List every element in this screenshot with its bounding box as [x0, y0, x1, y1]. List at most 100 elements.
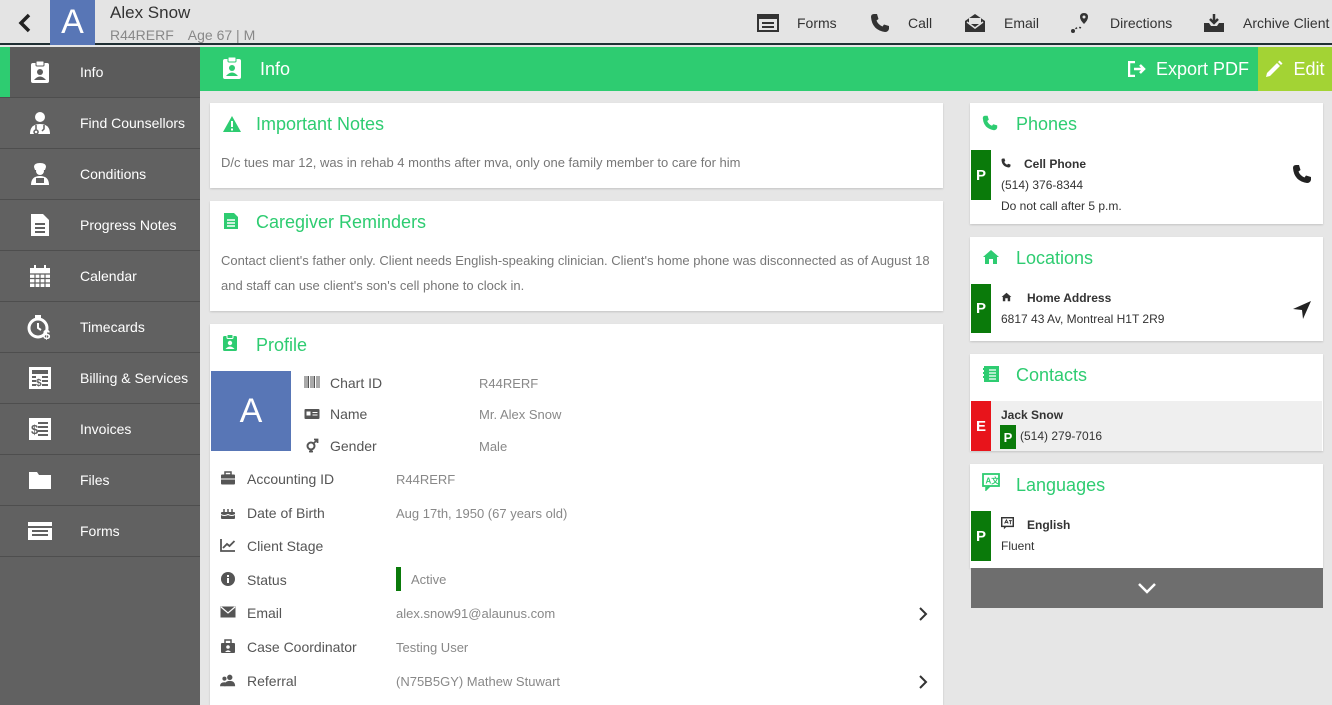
language-small-icon	[1001, 517, 1014, 530]
sidebar-item-info[interactable]: Info	[0, 47, 200, 98]
sidebar-item-billing-services[interactable]: $ Billing & Services	[0, 353, 200, 404]
svg-text:A文: A文	[986, 476, 1001, 486]
status-indicator	[396, 567, 401, 591]
sidebar-item-label: Conditions	[80, 166, 147, 182]
cake-icon	[220, 504, 236, 520]
navigation-arrow-icon	[1293, 301, 1311, 319]
pencil-icon	[1266, 60, 1283, 77]
contacts-card: Contacts E Jack Snow P (514) 279-7016	[970, 354, 1323, 451]
archive-icon	[1204, 13, 1224, 32]
id-card-icon	[304, 406, 320, 422]
sidebar-item-invoices[interactable]: $ Invoices	[0, 404, 200, 455]
chevron-down-icon	[1138, 583, 1156, 594]
sidebar-item-find-counsellors[interactable]: Find Counsellors	[0, 98, 200, 149]
barcode-icon	[304, 374, 320, 390]
caregiver-reminders-line: and staff can use client's son's cell ph…	[221, 278, 525, 293]
sidebar-item-label: Forms	[80, 523, 120, 539]
profile-avatar: A	[211, 371, 291, 451]
primary-badge: P	[971, 150, 991, 200]
export-pdf-button[interactable]: Export PDF	[1128, 47, 1249, 91]
directions-label: Directions	[1110, 14, 1173, 31]
chevron-right-icon[interactable]	[918, 674, 928, 690]
forms-icon	[757, 13, 779, 32]
clock-dollar-icon: $	[26, 313, 54, 341]
client-name: Alex Snow	[110, 3, 191, 22]
referral-value[interactable]: (N75B5GY) Mathew Stuwart	[396, 674, 560, 689]
contact-name: Jack Snow	[1001, 408, 1064, 422]
call-phone-button[interactable]	[1292, 164, 1312, 184]
sidebar-item-timecards[interactable]: $ Timecards	[0, 302, 200, 353]
locations-card: Locations P Home Address 6817 43 Av, Mon…	[970, 237, 1323, 341]
case-coordinator-label: Case Coordinator	[247, 639, 357, 655]
call-action[interactable]: Call	[870, 0, 932, 45]
sidebar-item-label: Info	[80, 64, 104, 80]
caregiver-reminders-card: Caregiver Reminders Contact client's fat…	[210, 201, 943, 311]
edit-label: Edit	[1293, 58, 1325, 79]
page-header-bar: Info Export PDF Edit	[200, 47, 1332, 91]
case-coordinator-value: Testing User	[396, 640, 469, 655]
clipboard-id-icon	[222, 56, 242, 80]
phone-small-icon	[1001, 158, 1011, 168]
name-value: Mr. Alex Snow	[479, 407, 562, 422]
primary-badge: P	[971, 284, 991, 333]
patient-icon	[26, 160, 54, 188]
sidebar-item-conditions[interactable]: Conditions	[0, 149, 200, 200]
forms-action[interactable]: Forms	[757, 0, 837, 45]
email-action[interactable]: Email	[964, 0, 1039, 45]
navigate-button[interactable]	[1292, 300, 1312, 320]
important-notes-text: D/c tues mar 12, was in rehab 4 months a…	[221, 155, 741, 170]
chevron-right-icon[interactable]	[918, 606, 928, 622]
top-bar: A Alex Snow R44RERF Age 67 | M Forms Call…	[0, 0, 1332, 45]
forms-label: Forms	[797, 14, 837, 31]
envelope-icon	[965, 13, 985, 32]
sidebar: Info Find Counsellors Conditions Progres…	[0, 47, 200, 705]
home-icon	[982, 249, 1000, 265]
sidebar-item-forms[interactable]: Forms	[0, 506, 200, 557]
gender-value: Male	[479, 439, 508, 454]
document-list-icon	[222, 212, 240, 230]
clipboard-id-icon	[26, 58, 54, 86]
folder-icon	[26, 466, 54, 494]
doctor-icon	[26, 109, 54, 137]
chart-id-label: Chart ID	[330, 375, 383, 391]
back-button[interactable]	[0, 0, 50, 45]
sidebar-item-label: Timecards	[80, 319, 145, 335]
sidebar-item-label: Files	[80, 472, 110, 488]
email-value[interactable]: alex.snow91@alaunus.com	[396, 606, 555, 621]
edit-button[interactable]: Edit	[1258, 47, 1332, 91]
users-icon	[220, 672, 236, 688]
sidebar-item-files[interactable]: Files	[0, 455, 200, 506]
svg-text:$: $	[43, 327, 51, 340]
name-label: Name	[330, 406, 368, 422]
phone-note: Do not call after 5 p.m.	[1001, 199, 1122, 213]
accounting-id-value: R44RERF	[396, 472, 456, 487]
archive-client-label: Archive Client	[1243, 14, 1330, 31]
expand-more-button[interactable]	[971, 568, 1323, 608]
phone-icon	[982, 115, 998, 131]
status-label: Status	[247, 572, 287, 588]
directions-icon	[1071, 12, 1088, 33]
gender-label: Gender	[330, 438, 377, 454]
sidebar-item-calendar[interactable]: Calendar	[0, 251, 200, 302]
location-type: Home Address	[1027, 291, 1112, 305]
warning-icon	[222, 115, 242, 133]
caregiver-reminders-title: Caregiver Reminders	[256, 212, 427, 232]
svg-text:$: $	[31, 422, 39, 437]
languages-card: A文 Languages P English Fluent	[970, 464, 1323, 568]
contacts-title: Contacts	[1016, 365, 1088, 385]
page-title: Info	[260, 59, 291, 79]
gender-icon	[304, 437, 320, 453]
invoice-icon: $	[26, 415, 54, 443]
sidebar-item-progress-notes[interactable]: Progress Notes	[0, 200, 200, 251]
chart-id-value: R44RERF	[479, 376, 539, 391]
coordinator-icon	[220, 638, 236, 654]
primary-badge: P	[1000, 425, 1016, 449]
sidebar-item-label: Progress Notes	[80, 217, 177, 233]
primary-badge: P	[971, 511, 991, 561]
address-book-icon	[982, 365, 1000, 383]
archive-client-action[interactable]: Archive Client	[1203, 0, 1329, 45]
directions-action[interactable]: Directions	[1070, 0, 1172, 45]
sidebar-item-label: Find Counsellors	[80, 115, 186, 131]
contact-row[interactable]: E Jack Snow P (514) 279-7016	[971, 401, 1322, 451]
chevron-left-icon	[18, 13, 31, 32]
